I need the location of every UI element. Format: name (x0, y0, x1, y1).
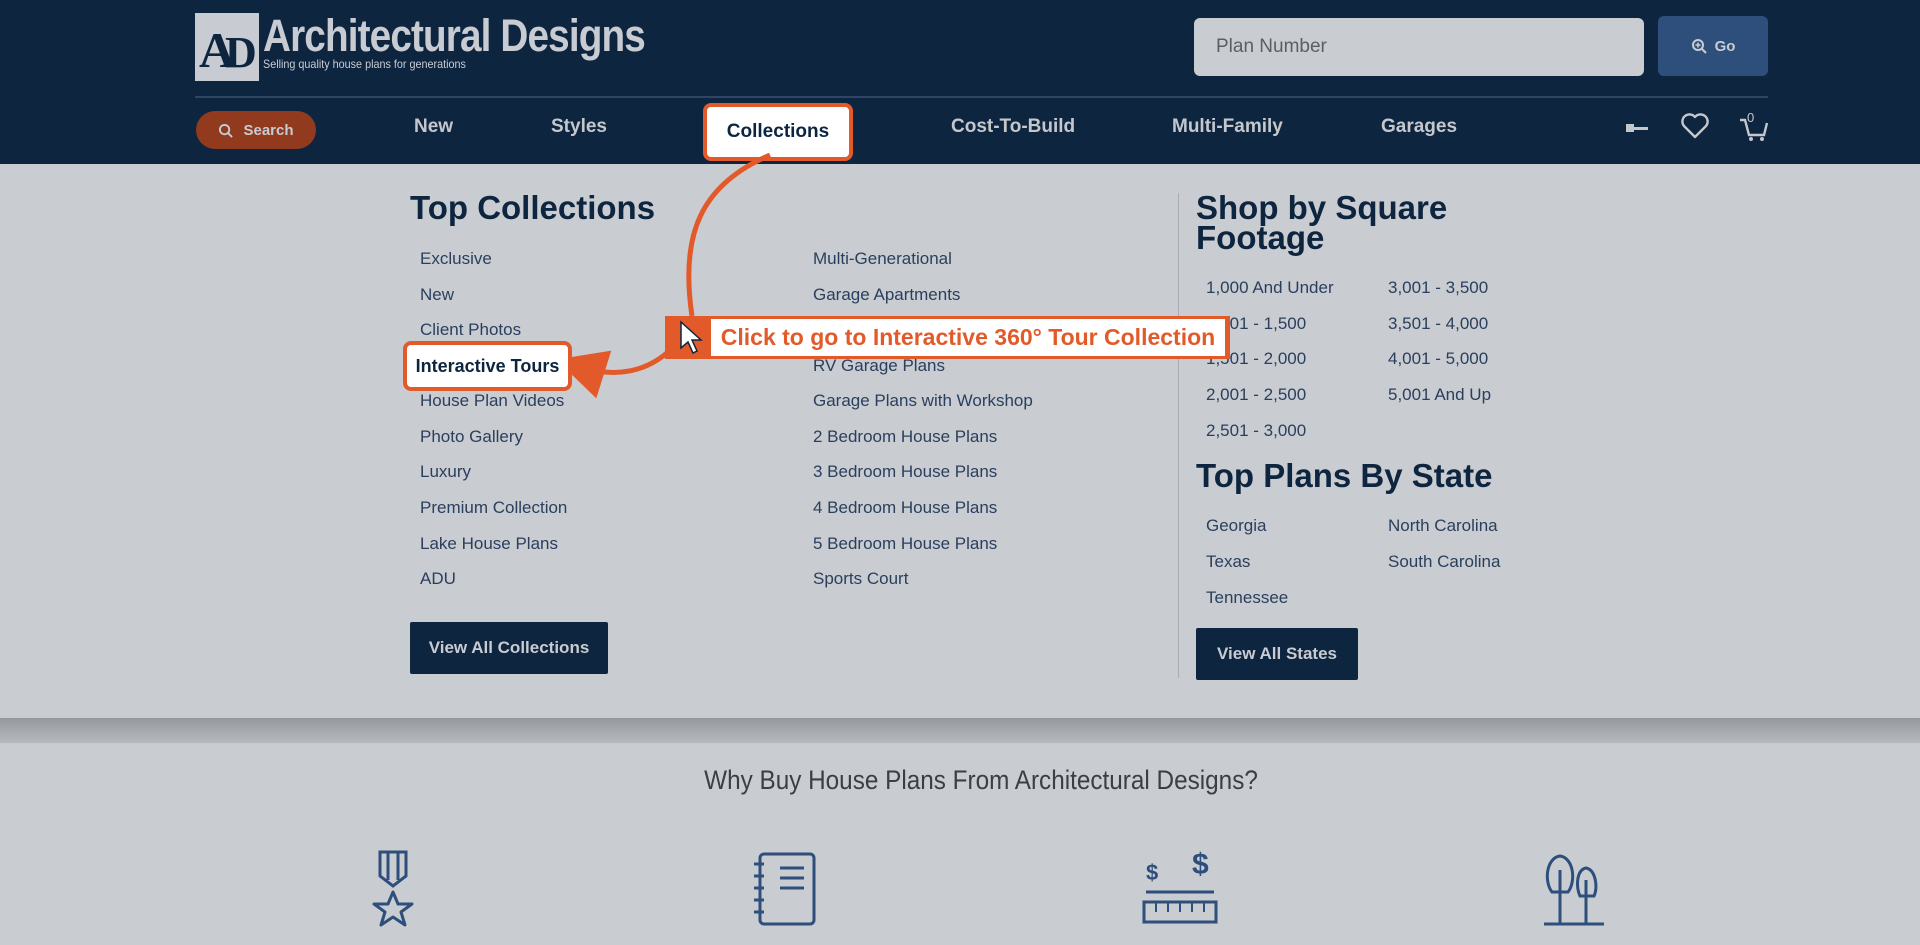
collection-link-interactive-tours[interactable]: Interactive Tours (403, 341, 572, 391)
mouse-pointer-icon (680, 320, 703, 355)
tutorial-callout: Click to go to Interactive 360° Tour Col… (665, 316, 1230, 359)
tutorial-arrows (556, 152, 771, 399)
callout-text: Click to go to Interactive 360° Tour Col… (711, 319, 1225, 356)
